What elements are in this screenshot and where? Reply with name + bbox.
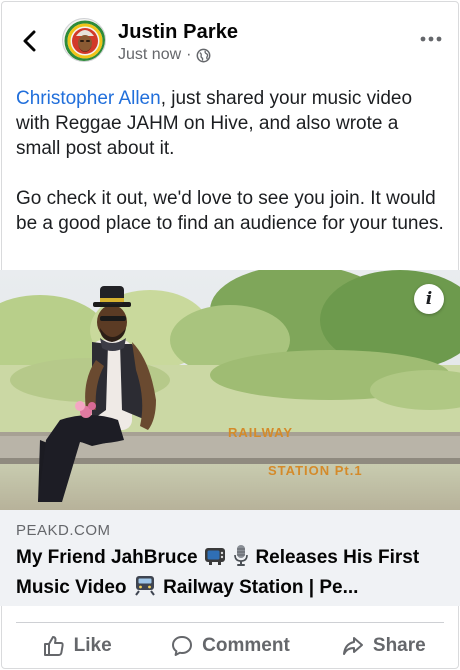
share-label: Share [372,635,426,656]
link-preview-image[interactable]: RAILWAY STATION Pt.1 i [0,270,460,510]
post-author-name[interactable]: Justin Parke [118,21,238,44]
post-meta: Just now · [118,46,211,64]
post-timestamp[interactable]: Just now [118,46,181,64]
post-body: Christopher Allen, just shared your musi… [16,86,446,261]
avatar[interactable] [62,18,106,62]
more-options-button[interactable] [418,30,444,48]
like-label: Like [73,635,112,656]
chevron-left-icon [23,30,36,52]
link-preview-box[interactable]: PEAKD.COM My Friend JahBruce Releases Hi… [0,510,460,606]
post-paragraph-2: Go check it out, we'd love to see you jo… [16,188,444,234]
info-button[interactable]: i [414,284,444,314]
like-button[interactable]: Like [0,624,153,668]
tv-emoji-icon [204,548,225,565]
more-dots-icon [420,36,442,42]
post-paragraph-1: Christopher Allen, just shared your musi… [16,86,446,161]
comment-button[interactable]: Comment [153,624,306,668]
link-title: My Friend JahBruce Releases His First Mu… [16,543,448,603]
post-actions: Like Comment Share [0,624,460,668]
post-header: Justin Parke Just now · [0,0,460,78]
globe-icon [197,48,211,62]
sign-text-station: STATION Pt.1 [268,463,363,478]
actions-divider [16,622,444,623]
comment-bubble-icon [172,636,193,656]
link-domain: PEAKD.COM [16,522,111,539]
avatar-portrait-icon [63,19,105,61]
thumbs-up-icon [43,636,64,656]
meta-separator: · [186,46,192,63]
link-title-part-1: My Friend JahBruce [16,547,198,568]
link-title-part-3: Railway Station | Pe... [163,577,359,598]
comment-label: Comment [202,635,290,656]
back-button[interactable] [16,24,44,58]
share-arrow-icon [342,637,363,655]
microphone-emoji-icon [234,545,248,566]
music-video-thumbnail: RAILWAY STATION Pt.1 [0,270,460,510]
share-button[interactable]: Share [307,624,460,668]
sign-text-railway: RAILWAY [228,425,293,440]
railway-emoji-icon [134,576,155,596]
mention-link[interactable]: Christopher Allen [16,88,161,109]
